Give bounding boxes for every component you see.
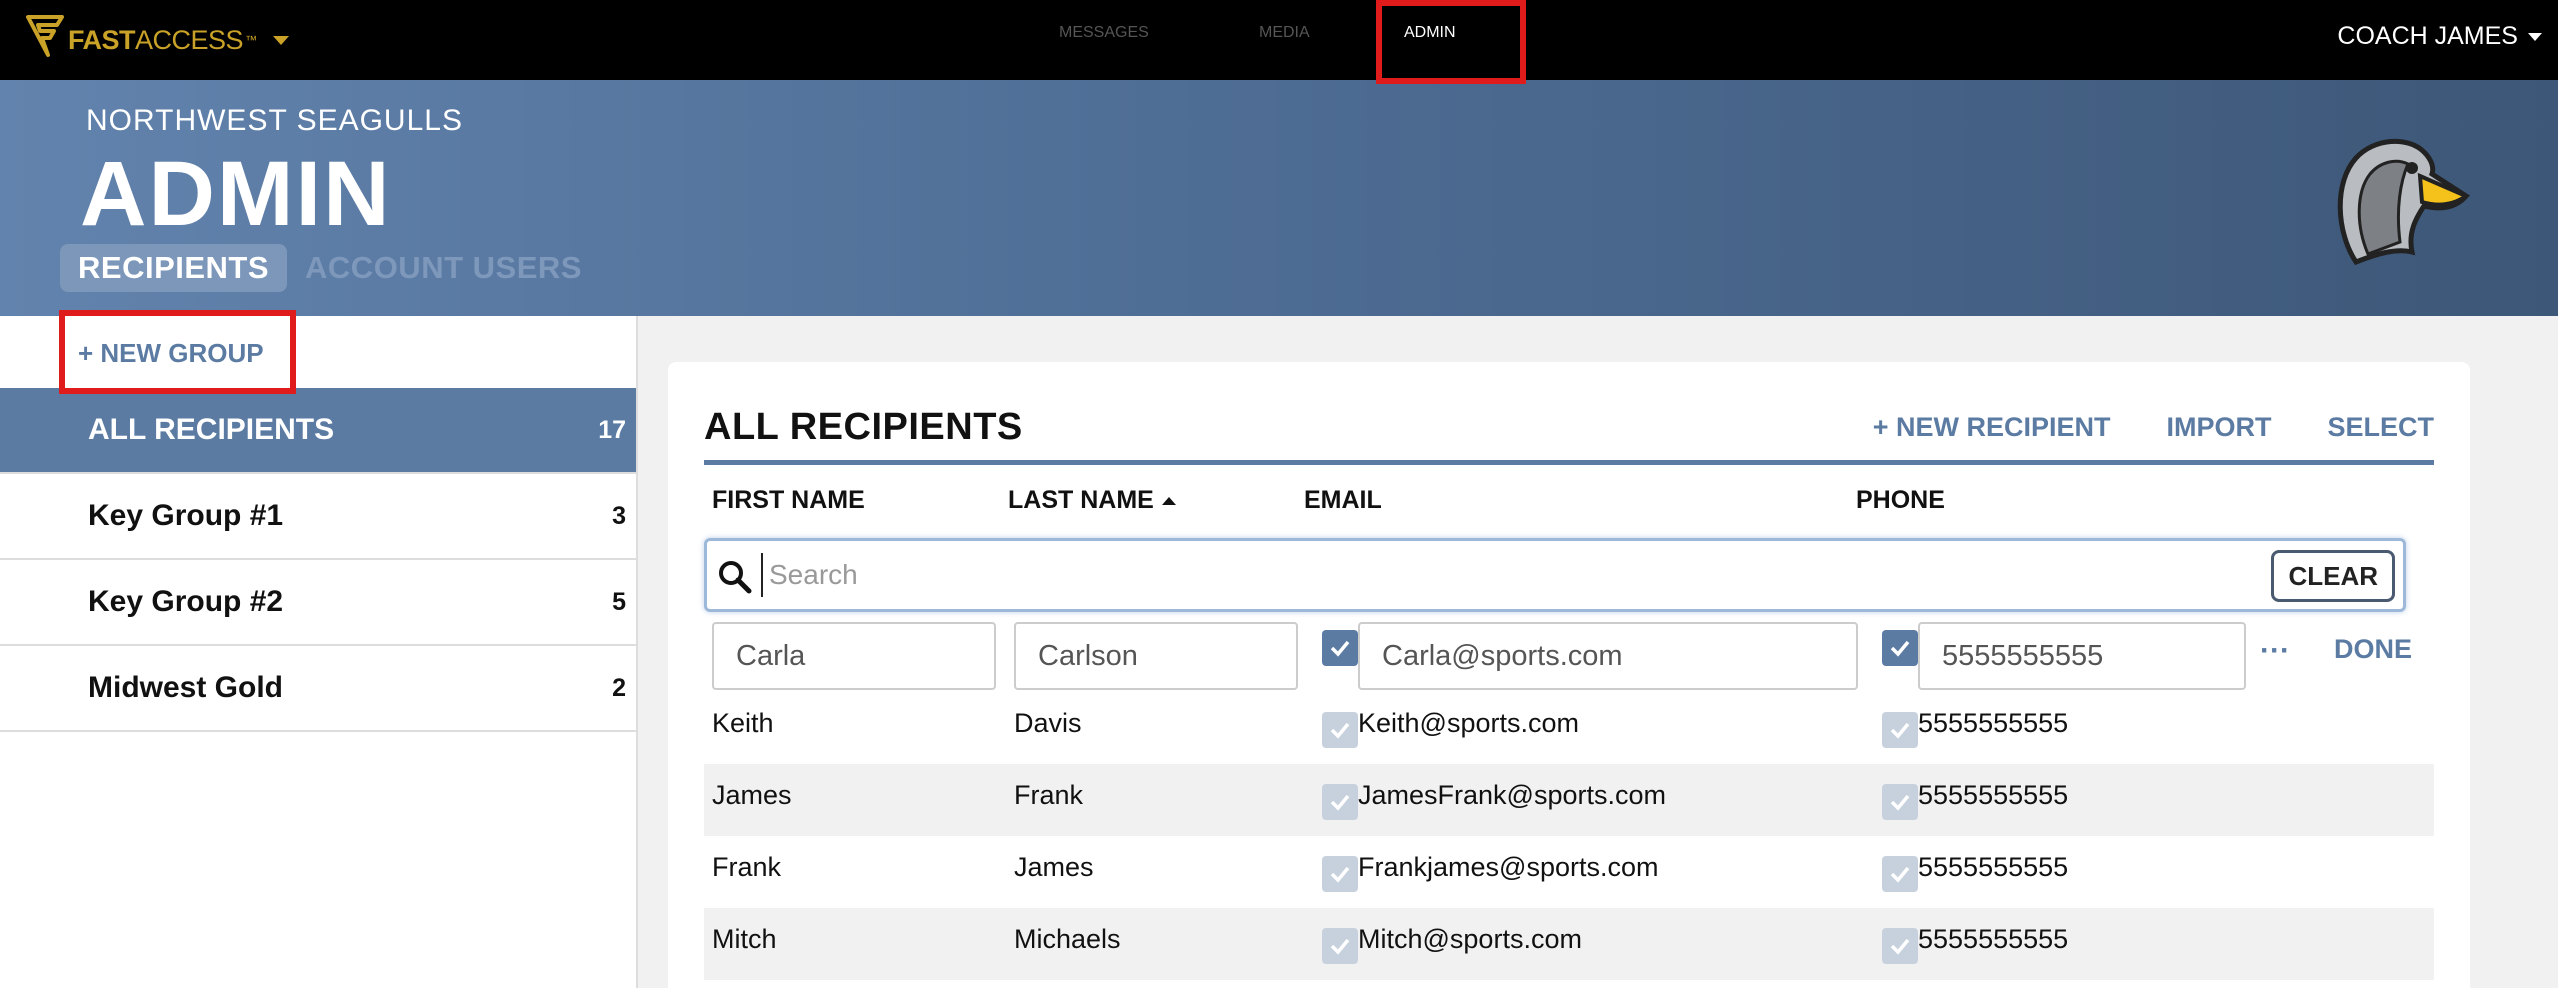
- user-name: COACH JAMES: [2337, 22, 2518, 50]
- more-options-button[interactable]: ···: [2260, 634, 2290, 668]
- panel-actions: + NEW RECIPIENT IMPORT SELECT: [1873, 412, 2434, 443]
- recipients-panel: ALL RECIPIENTS + NEW RECIPIENT IMPORT SE…: [668, 362, 2470, 988]
- last-name-field[interactable]: [1014, 622, 1298, 690]
- seagull-mascot-icon: [2337, 138, 2471, 266]
- user-chevron-down-icon: [2528, 32, 2542, 41]
- column-header-label: LAST NAME: [1008, 486, 1154, 514]
- page-title: ADMIN: [80, 143, 392, 245]
- sort-ascending-icon: [1161, 497, 1176, 506]
- panel-divider: [704, 460, 2434, 465]
- group-item[interactable]: Midwest Gold 2: [0, 646, 636, 732]
- top-bar: FASTACCESS ™ MESSAGES MEDIA ADMIN COACH …: [0, 0, 2558, 80]
- checkbox-checked-icon: [1890, 640, 1910, 657]
- first-name-cell: James: [712, 780, 792, 810]
- column-header-first-name[interactable]: FIRST NAME: [712, 486, 865, 515]
- last-name-cell: Davis: [1014, 708, 1082, 738]
- email-cell: JamesFrank@sports.com: [1358, 780, 1666, 810]
- table-row[interactable]: Keith Davis Keith@sports.com 5555555555: [704, 692, 2434, 764]
- page-header: NORTHWEST SEAGULLS ADMIN RECIPIENTS ACCO…: [0, 80, 2558, 316]
- checkbox-checked-icon: [1330, 640, 1350, 657]
- recipient-list: Keith Davis Keith@sports.com 5555555555 …: [704, 692, 2434, 980]
- email-cell: Frankjames@sports.com: [1358, 852, 1659, 882]
- phone-cell: 5555555555: [1918, 708, 2069, 738]
- nav-media[interactable]: MEDIA: [1259, 24, 1310, 42]
- phone-cell: 5555555555: [1918, 852, 2069, 882]
- brand-tm: ™: [245, 33, 258, 47]
- checkbox-checked-icon: [1890, 794, 1910, 811]
- email-checkbox[interactable]: [1322, 856, 1358, 892]
- checkbox-checked-icon: [1330, 938, 1350, 955]
- panel-title: ALL RECIPIENTS: [704, 406, 1023, 448]
- column-header-phone[interactable]: PHONE: [1856, 486, 1945, 515]
- phone-checkbox[interactable]: [1882, 928, 1918, 964]
- first-name-cell: Frank: [712, 852, 782, 882]
- brand-logo[interactable]: FASTACCESS ™: [26, 14, 290, 66]
- highlight-new-group: [59, 310, 296, 394]
- group-name: Midwest Gold: [88, 671, 283, 704]
- phone-cell: 5555555555: [1918, 924, 2069, 954]
- checkbox-checked-icon: [1330, 866, 1350, 883]
- checkbox-checked-icon: [1890, 866, 1910, 883]
- checkbox-checked-icon: [1890, 938, 1910, 955]
- edit-recipient-row: ··· DONE: [704, 620, 2464, 692]
- search-icon: [719, 561, 752, 594]
- group-name: ALL RECIPIENTS: [88, 413, 335, 446]
- phone-checkbox[interactable]: [1882, 856, 1918, 892]
- email-cell: Mitch@sports.com: [1358, 924, 1582, 954]
- last-name-cell: Michaels: [1014, 924, 1121, 954]
- search-input[interactable]: [761, 553, 2261, 597]
- select-button[interactable]: SELECT: [2327, 412, 2434, 443]
- phone-field[interactable]: [1918, 622, 2246, 690]
- email-checkbox[interactable]: [1322, 630, 1358, 666]
- group-list: ALL RECIPIENTS 17 Key Group #1 3 Key Gro…: [0, 388, 636, 732]
- email-cell: Keith@sports.com: [1358, 708, 1579, 738]
- first-name-field[interactable]: [712, 622, 996, 690]
- email-field[interactable]: [1358, 622, 1858, 690]
- group-count: 5: [612, 587, 626, 616]
- team-name: NORTHWEST SEAGULLS: [86, 104, 463, 137]
- user-menu[interactable]: COACH JAMES: [2337, 22, 2542, 51]
- column-header-last-name[interactable]: LAST NAME: [1008, 486, 1176, 515]
- fastaccess-logo-icon: [26, 15, 64, 57]
- done-button[interactable]: DONE: [2334, 634, 2412, 665]
- group-count: 17: [598, 415, 626, 444]
- checkbox-checked-icon: [1330, 794, 1350, 811]
- group-count: 3: [612, 501, 626, 530]
- search-bar: CLEAR: [704, 538, 2406, 612]
- brand-name: FASTACCESS: [68, 24, 244, 55]
- last-name-cell: James: [1014, 852, 1094, 882]
- group-item[interactable]: Key Group #2 5: [0, 560, 636, 646]
- admin-tabs: RECIPIENTS ACCOUNT USERS: [60, 244, 600, 292]
- phone-cell: 5555555555: [1918, 780, 2069, 810]
- email-checkbox[interactable]: [1322, 784, 1358, 820]
- last-name-cell: Frank: [1014, 780, 1084, 810]
- highlight-admin: [1376, 0, 1526, 84]
- group-count: 2: [612, 673, 626, 702]
- brand-chevron-down-icon[interactable]: [273, 35, 290, 45]
- group-name: Key Group #2: [88, 585, 284, 618]
- table-row[interactable]: Frank James Frankjames@sports.com 555555…: [704, 836, 2434, 908]
- phone-checkbox[interactable]: [1882, 712, 1918, 748]
- table-row[interactable]: James Frank JamesFrank@sports.com 555555…: [704, 764, 2434, 836]
- nav-messages[interactable]: MESSAGES: [1059, 24, 1149, 42]
- groups-sidebar: + NEW GROUP ALL RECIPIENTS 17 Key Group …: [0, 316, 638, 988]
- phone-checkbox[interactable]: [1882, 784, 1918, 820]
- first-name-cell: Keith: [712, 708, 774, 738]
- checkbox-checked-icon: [1330, 722, 1350, 739]
- first-name-cell: Mitch: [712, 924, 777, 954]
- column-header-email[interactable]: EMAIL: [1304, 486, 1382, 515]
- email-checkbox[interactable]: [1322, 712, 1358, 748]
- group-name: Key Group #1: [88, 499, 284, 532]
- checkbox-checked-icon: [1890, 722, 1910, 739]
- tab-recipients[interactable]: RECIPIENTS: [60, 244, 288, 292]
- import-button[interactable]: IMPORT: [2166, 412, 2271, 443]
- clear-button[interactable]: CLEAR: [2271, 550, 2395, 602]
- group-item[interactable]: ALL RECIPIENTS 17: [0, 388, 636, 474]
- new-recipient-button[interactable]: + NEW RECIPIENT: [1873, 412, 2111, 443]
- tab-account-users[interactable]: ACCOUNT USERS: [287, 244, 600, 292]
- phone-checkbox[interactable]: [1882, 630, 1918, 666]
- email-checkbox[interactable]: [1322, 928, 1358, 964]
- group-item[interactable]: Key Group #1 3: [0, 474, 636, 560]
- table-row[interactable]: Mitch Michaels Mitch@sports.com 55555555…: [704, 908, 2434, 980]
